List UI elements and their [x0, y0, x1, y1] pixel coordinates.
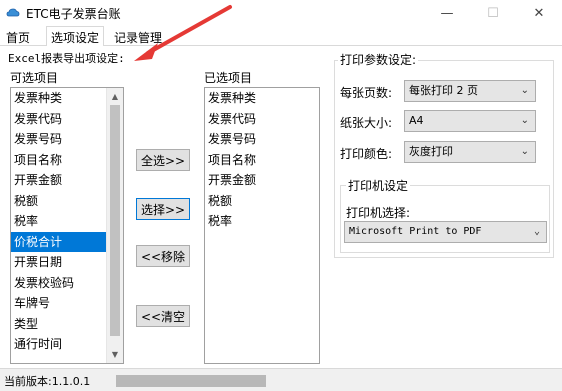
- excel-export-heading: Excel报表导出项设定:: [8, 52, 125, 65]
- select-button[interactable]: 选择>>: [136, 198, 190, 220]
- paper-size-value: A4: [409, 114, 424, 127]
- available-items-label: 可选项目: [10, 71, 59, 85]
- selected-list-item[interactable]: 开票金额: [205, 170, 319, 191]
- print-color-label: 打印颜色:: [340, 147, 393, 161]
- minimize-icon: —: [440, 5, 454, 21]
- cloud-app-icon: [6, 8, 20, 17]
- scroll-up-icon[interactable]: ▲: [107, 88, 123, 105]
- selected-list-item[interactable]: 发票代码: [205, 109, 319, 130]
- print-color-select[interactable]: 灰度打印 ⌄: [404, 141, 536, 163]
- tab-bar: 首页 选项设定 记录管理: [0, 26, 562, 47]
- chevron-down-icon: ⌄: [533, 226, 540, 237]
- chevron-down-icon: ⌄: [520, 146, 529, 157]
- tab-home[interactable]: 首页: [2, 28, 34, 46]
- printer-select-value: Microsoft Print to PDF: [349, 226, 482, 237]
- print-params-title: 打印参数设定:: [338, 51, 419, 68]
- selected-items-label: 已选项目: [204, 71, 253, 85]
- printer-select-label: 打印机选择:: [346, 206, 411, 220]
- selected-list-item[interactable]: 税率: [205, 211, 319, 232]
- printer-group-title: 打印机设定: [346, 177, 411, 194]
- scroll-down-icon[interactable]: ▼: [107, 346, 123, 363]
- selected-list-item[interactable]: 发票号码: [205, 129, 319, 150]
- maximize-button[interactable]: ☐: [470, 0, 516, 26]
- selected-list-item[interactable]: 税额: [205, 191, 319, 212]
- status-bar: 当前版本:1.1.0.1: [0, 368, 562, 391]
- tab-option-settings[interactable]: 选项设定: [46, 26, 105, 47]
- maximize-icon: ☐: [487, 5, 499, 21]
- red-arrow-icon: [134, 5, 232, 61]
- selected-list-item[interactable]: 发票种类: [205, 88, 319, 109]
- version-text: 当前版本:1.1.0.1: [4, 375, 91, 388]
- selected-items-list[interactable]: 发票种类 发票代码 发票号码 项目名称 开票金额 税额 税率: [204, 87, 320, 364]
- available-items-list[interactable]: 发票种类 发票代码 发票号码 项目名称 开票金额 税额 税率 价税合计 开票日期 发票校验码 车牌号…: [10, 87, 124, 364]
- available-list-scrollbar[interactable]: ▲ ▼: [106, 88, 123, 363]
- title-bar: ETC电子发票台账 — ☐ ✕: [0, 0, 562, 26]
- blurred-info: [116, 375, 266, 387]
- scroll-thumb[interactable]: [110, 105, 120, 336]
- close-button[interactable]: ✕: [516, 0, 562, 26]
- remove-button[interactable]: <<移除: [136, 245, 190, 267]
- pages-per-sheet-value: 每张打印 2 页: [409, 84, 478, 97]
- clear-button[interactable]: <<清空: [136, 305, 190, 327]
- paper-size-select[interactable]: A4 ⌄: [404, 110, 536, 132]
- print-color-value: 灰度打印: [409, 145, 453, 158]
- printer-select[interactable]: Microsoft Print to PDF ⌄: [344, 221, 547, 243]
- window-title: ETC电子发票台账: [26, 7, 121, 21]
- pages-per-sheet-label: 每张页数:: [340, 86, 393, 100]
- chevron-down-icon: ⌄: [520, 85, 529, 96]
- pages-per-sheet-select[interactable]: 每张打印 2 页 ⌄: [404, 80, 536, 102]
- selected-list-item[interactable]: 项目名称: [205, 150, 319, 171]
- paper-size-label: 纸张大小:: [340, 116, 393, 130]
- close-icon: ✕: [533, 5, 545, 21]
- chevron-down-icon: ⌄: [520, 115, 529, 126]
- minimize-button[interactable]: —: [424, 0, 470, 26]
- select-all-button[interactable]: 全选>>: [136, 149, 190, 171]
